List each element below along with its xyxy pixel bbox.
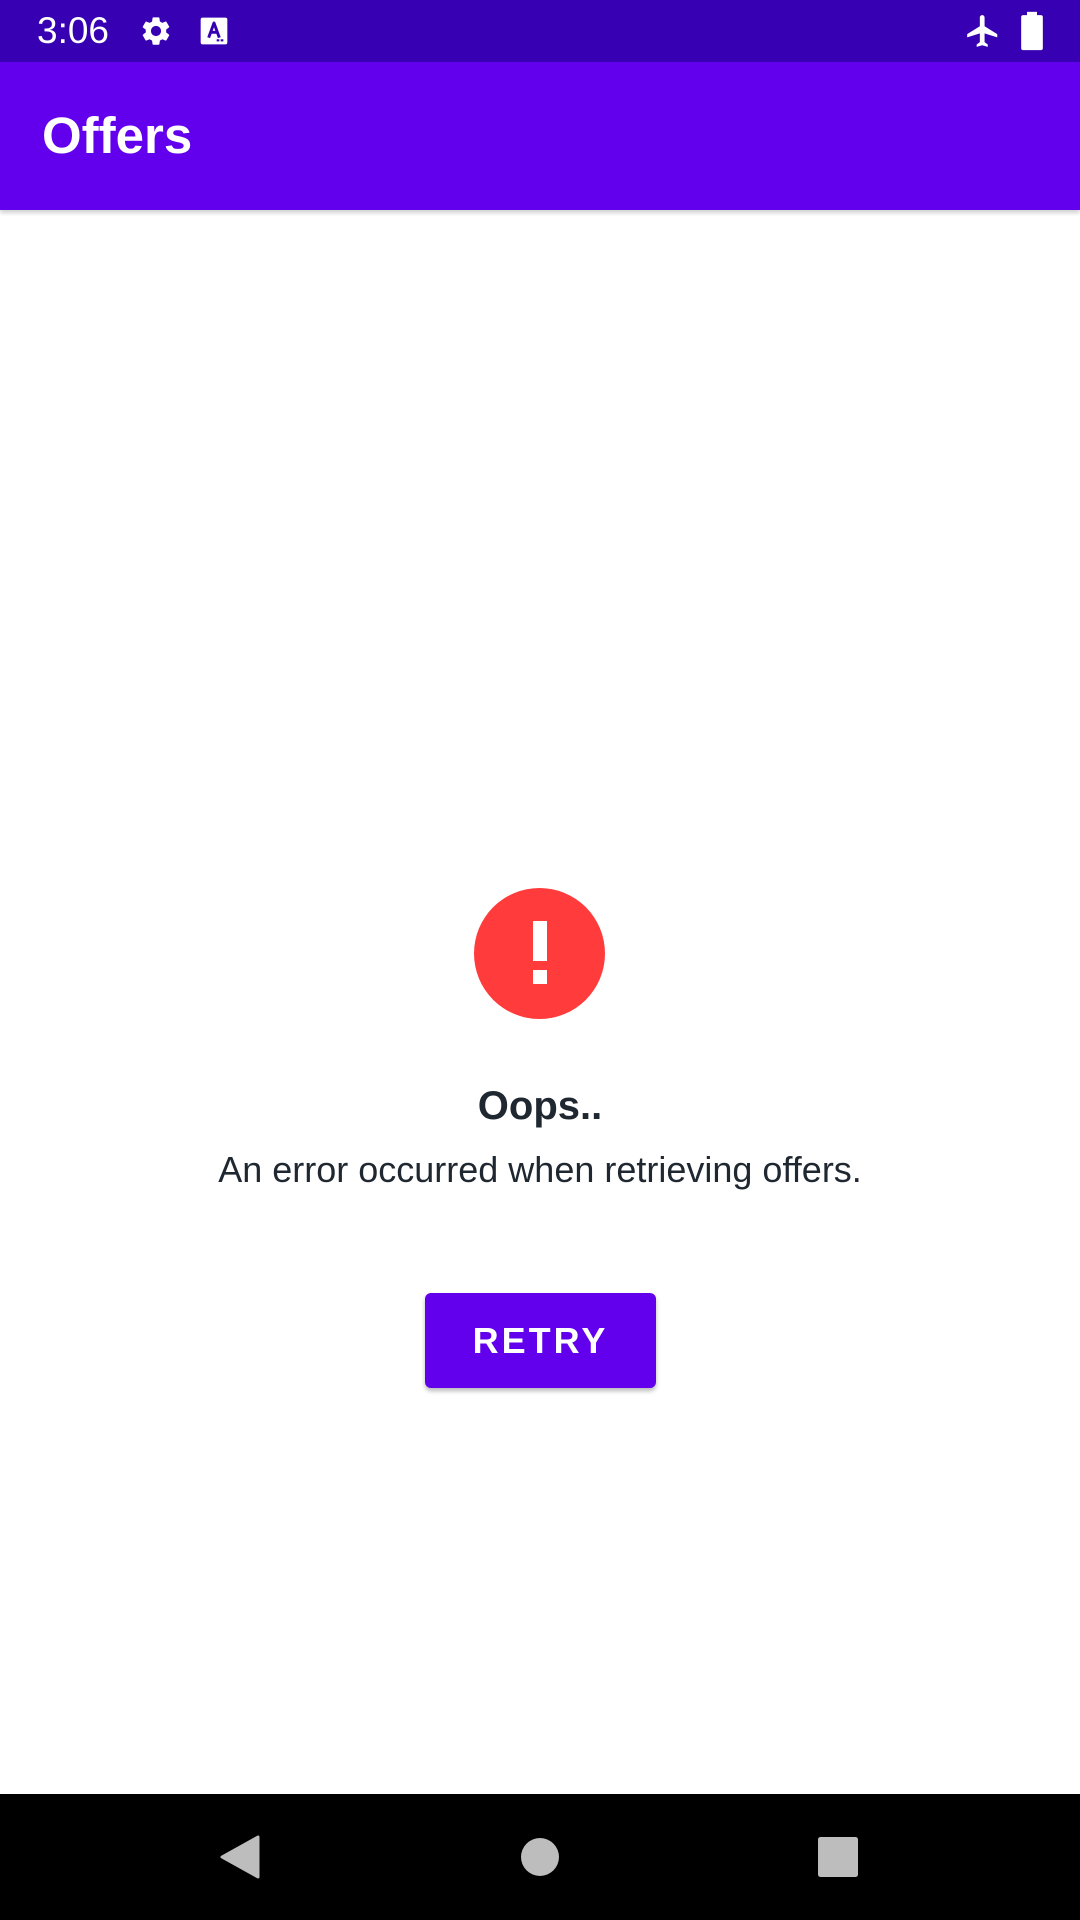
page-title: Offers	[42, 107, 193, 164]
gear-icon	[139, 14, 173, 48]
error-message: An error occurred when retrieving offers…	[218, 1149, 862, 1190]
airplane-mode-icon	[964, 12, 1002, 50]
error-title: Oops..	[477, 1084, 603, 1128]
navigation-bar	[0, 1794, 1080, 1920]
home-icon[interactable]	[510, 1827, 570, 1887]
exclamation-dot	[533, 970, 547, 984]
recents-icon[interactable]	[808, 1827, 868, 1887]
status-bar: 3:06	[0, 0, 1080, 62]
retry-button[interactable]: RETRY	[425, 1293, 656, 1388]
status-time: 3:06	[37, 10, 110, 51]
error-exclamation-icon	[474, 888, 605, 1019]
exclamation-bar	[533, 921, 547, 961]
back-icon[interactable]	[210, 1827, 270, 1887]
text-a-icon	[198, 15, 230, 47]
screen: 3:06 Offers Oops.. An error occurred whe…	[0, 0, 1080, 1920]
app-bar: Offers	[0, 62, 1080, 210]
battery-icon	[1017, 11, 1047, 51]
